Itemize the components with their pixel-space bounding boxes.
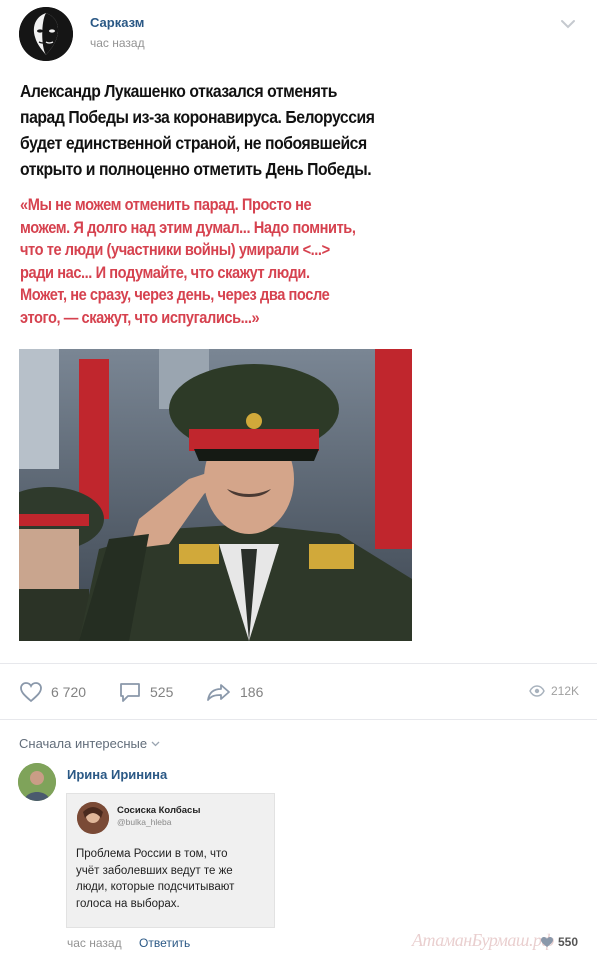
divider <box>0 663 597 664</box>
post-time[interactable]: час назад <box>90 36 145 50</box>
group-avatar[interactable] <box>19 7 73 61</box>
comments-sort-toggle[interactable]: Сначала интересные <box>19 736 160 751</box>
heart-icon <box>20 682 42 703</box>
like-count: 6 720 <box>51 684 87 700</box>
share-icon <box>207 684 230 701</box>
reply-button[interactable]: Ответить <box>139 936 190 950</box>
comment-time[interactable]: час назад <box>67 936 122 950</box>
heart-icon <box>541 937 553 947</box>
comment-button[interactable]: 525 <box>118 681 173 703</box>
share-count: 186 <box>240 684 264 700</box>
tweet-text: Проблема России в том, что учёт заболевш… <box>76 848 235 910</box>
saluting-officer-image <box>19 349 412 641</box>
comment-like-button[interactable]: 550 <box>540 935 578 949</box>
like-button[interactable]: 6 720 <box>19 681 86 703</box>
comment-author-avatar[interactable] <box>18 763 56 801</box>
group-name[interactable]: Сарказм <box>90 15 144 30</box>
post-photo[interactable] <box>19 349 412 641</box>
tweet-avatar <box>77 802 109 834</box>
comment-author-name[interactable]: Ирина Иринина <box>67 767 167 782</box>
tweet-author-name: Сосиска Колбасы <box>117 805 201 816</box>
divider <box>0 719 597 720</box>
avatar-photo <box>77 802 109 834</box>
post-headline: Александр Лукашенко отказался отменять п… <box>20 81 375 179</box>
avatar-photo <box>18 763 56 801</box>
chevron-down-icon <box>151 741 160 746</box>
comment-count: 525 <box>150 684 174 700</box>
eye-icon <box>529 685 545 697</box>
view-count: 212K <box>550 684 579 698</box>
tweet-handle: @bulka_hleba <box>117 817 172 827</box>
chevron-down-icon[interactable] <box>558 14 578 34</box>
sarcasm-logo-icon <box>19 7 73 61</box>
views-counter: 212K <box>529 684 579 698</box>
comment-attached-image[interactable]: Сосиска Колбасы @bulka_hleba Проблема Ро… <box>66 793 275 928</box>
comment-icon <box>120 683 140 702</box>
share-button[interactable]: 186 <box>206 681 263 703</box>
post-header: Сарказм час назад <box>0 0 597 62</box>
sort-label: Сначала интересные <box>19 736 148 751</box>
post-quote: «Мы не можем отменить парад. Просто не м… <box>20 195 356 327</box>
watermark: АтаманБурмаш.рф <box>412 930 554 950</box>
post-actions: 6 720 525 186 212K <box>0 672 597 712</box>
comment-like-count: 550 <box>558 935 579 949</box>
